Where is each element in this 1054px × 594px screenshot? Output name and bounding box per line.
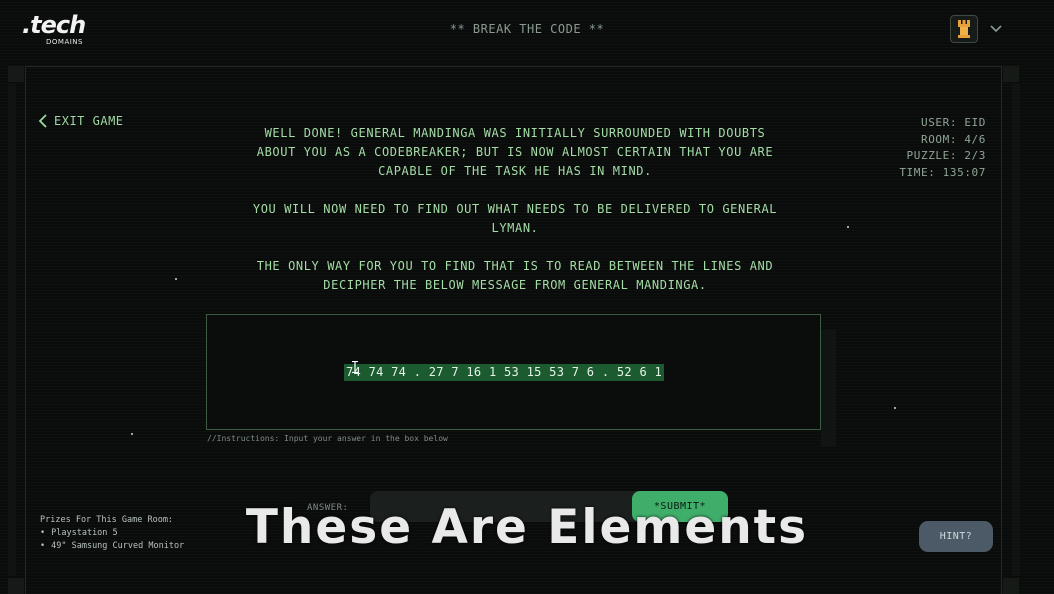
frame-corner: [1003, 578, 1019, 594]
story-paragraph-1: WELL DONE! GENERAL MANDINGA WAS INITIALL…: [220, 124, 810, 181]
profile-tower-button[interactable]: [950, 15, 978, 43]
page-title: ** BREAK THE CODE **: [449, 22, 605, 36]
code-box-shadow: [821, 330, 836, 446]
story-line: DECIPHER THE BELOW MESSAGE FROM GENERAL …: [323, 278, 707, 292]
story-line: ABOUT YOU AS A CODEBREAKER; BUT IS NOW A…: [256, 145, 774, 159]
logo-subtitle: DOMAINS: [46, 38, 83, 46]
star-speck: [894, 407, 896, 409]
status-room: ROOM: 4/6: [920, 132, 986, 146]
story-line: LYMAN.: [491, 221, 539, 235]
exit-game-link[interactable]: EXIT GAME: [38, 114, 124, 128]
text-cursor-icon: [352, 361, 358, 373]
story-line: YOU WILL NOW NEED TO FIND OUT WHAT NEEDS…: [252, 202, 778, 216]
status-puzzle: PUZZLE: 2/3: [906, 149, 986, 162]
frame-corner: [8, 578, 24, 594]
status-time: TIME: 135:07: [899, 165, 986, 179]
star-speck: [131, 433, 133, 435]
story-line: WELL DONE! GENERAL MANDINGA WAS INITIALL…: [264, 126, 766, 140]
frame-corner: [1003, 66, 1019, 82]
exit-game-label: EXIT GAME: [54, 114, 124, 128]
video-caption: These Are Elements: [245, 500, 809, 555]
chevron-down-icon[interactable]: [989, 22, 1003, 36]
story-paragraph-3: THE ONLY WAY FOR YOU TO FIND THAT IS TO …: [220, 257, 810, 295]
story-paragraph-2: YOU WILL NOW NEED TO FIND OUT WHAT NEEDS…: [220, 200, 810, 238]
frame-corner: [8, 66, 24, 82]
star-speck: [175, 278, 177, 280]
star-speck: [847, 226, 849, 228]
chevron-left-icon: [38, 114, 47, 128]
game-status-panel: USER: EID ROOM: 4/6 PUZZLE: 2/3 TIME: 13…: [899, 115, 986, 181]
story-line: THE ONLY WAY FOR YOU TO FIND THAT IS TO …: [256, 259, 774, 273]
story-line: CAPABLE OF THE TASK HE HAS IN MIND.: [378, 164, 652, 178]
tower-icon: [958, 20, 970, 38]
status-user: USER: EID: [920, 116, 986, 129]
cipher-message-text[interactable]: 74 74 74 . 27 7 16 1 53 15 53 7 6 . 52 6…: [344, 364, 665, 381]
instructions-text: //Instructions: Input your answer in the…: [207, 434, 448, 443]
